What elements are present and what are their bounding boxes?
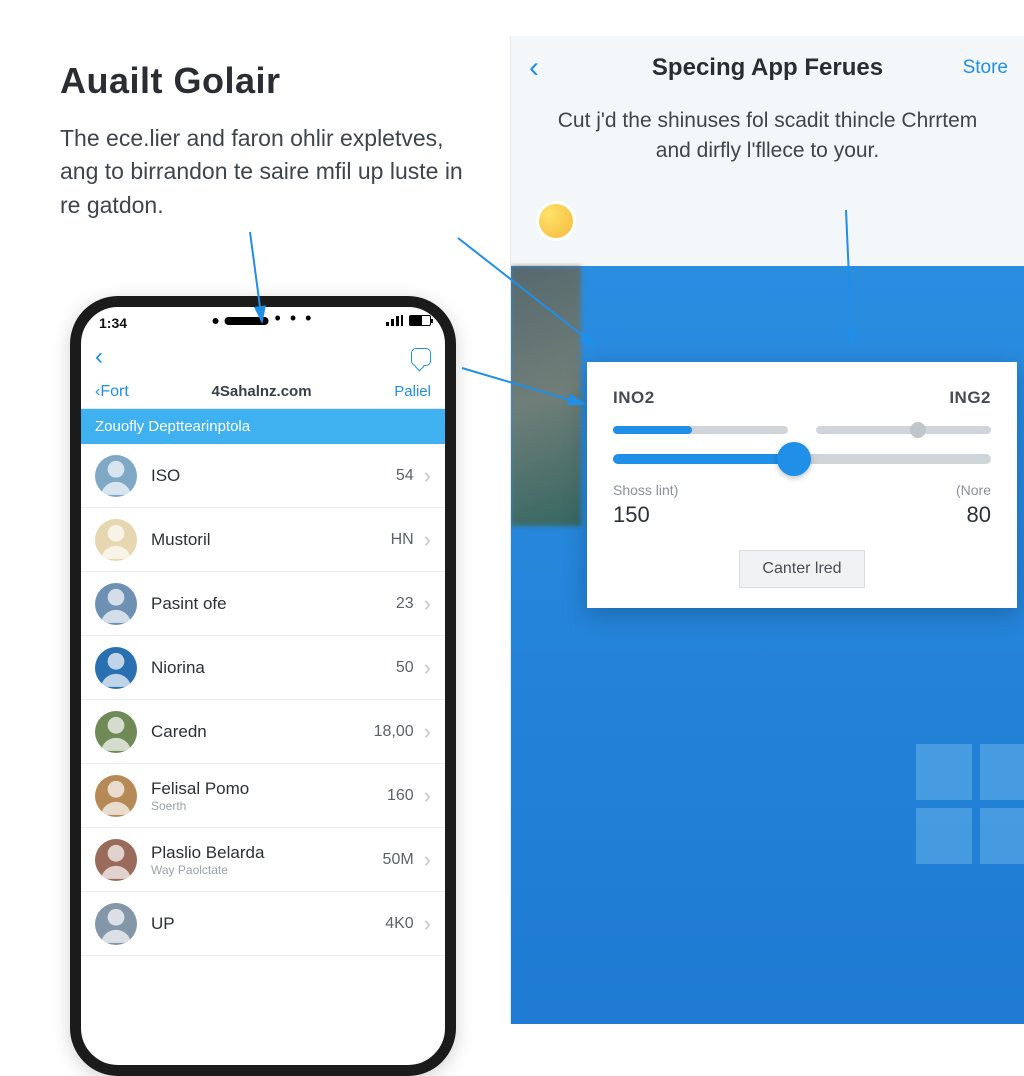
scale-labels: Shoss lint) (Nore (613, 482, 991, 498)
scale-values: 150 80 (613, 502, 991, 528)
avatar (95, 583, 137, 625)
list-value: 160 (387, 787, 414, 805)
store-link[interactable]: Store (963, 57, 1008, 79)
list-value: 18,00 (374, 723, 414, 741)
card-labels: INO2 ING2 (613, 388, 991, 408)
status-time: 1:34 (99, 315, 127, 331)
list-item[interactable]: ISO54 › (81, 444, 445, 508)
label-right: ING2 (949, 388, 991, 408)
list-value: 23 (396, 595, 414, 613)
right-title: Specing App Ferues (652, 54, 883, 82)
chat-icon[interactable] (411, 348, 431, 366)
avatar (95, 519, 137, 561)
scale-left: Shoss lint) (613, 482, 678, 498)
list-item[interactable]: Caredn18,00 › (81, 700, 445, 764)
mini-slider-1[interactable] (613, 426, 788, 434)
status-bar: 1:34 • • • (81, 307, 445, 339)
nav-bar-2: ‹Fort 4Sahalnz.com Paliel (81, 375, 445, 409)
center-button[interactable]: Canter lred (739, 550, 864, 588)
right-header: ‹ Specing App Ferues Store (511, 36, 1024, 100)
avatar (95, 903, 137, 945)
mini-slider-2[interactable] (816, 426, 991, 434)
list-label: UP (151, 914, 385, 934)
label-left: INO2 (613, 388, 655, 408)
nav-bar-1: ‹ (81, 339, 445, 375)
slider-card: INO2 ING2 Shoss lint) (Nore 150 80 Cante… (587, 362, 1017, 608)
notch-speaker (225, 317, 269, 325)
list-value: 50M (383, 851, 414, 869)
signal-icon (386, 315, 403, 326)
left-desc: The ece.lier and faron ohlir expletves, … (60, 122, 480, 222)
list-value: 54 (396, 467, 414, 485)
section-header: Zouofly Depttearinptola (81, 409, 445, 444)
list-value: HN (391, 531, 414, 549)
list-label: Mustoril (151, 530, 391, 550)
chevron-right-icon: › (424, 527, 431, 553)
right-panel: ‹ Specing App Ferues Store Cut j'd the s… (510, 36, 1024, 1024)
chevron-right-icon: › (424, 847, 431, 873)
back-icon[interactable]: ‹ (529, 51, 539, 85)
left-title: Auailt Golair (60, 60, 480, 102)
list-value: 4K0 (385, 915, 413, 933)
list-item[interactable]: Pasint ofe23 › (81, 572, 445, 636)
list-item[interactable]: MustorilHN › (81, 508, 445, 572)
avatar (95, 455, 137, 497)
avatar (95, 839, 137, 881)
list-label: ISO (151, 466, 396, 486)
page-domain: 4Sahalnz.com (212, 383, 312, 400)
value-right: 80 (967, 502, 991, 528)
notch-dots: • • • (275, 314, 314, 322)
back-icon[interactable]: ‹ (95, 343, 103, 371)
notch: • • • (213, 317, 314, 325)
list-item[interactable]: UP4K0 › (81, 892, 445, 956)
avatar (95, 775, 137, 817)
list-label: Caredn (151, 722, 374, 742)
emoji-badge (539, 204, 573, 238)
scale-right: (Nore (956, 482, 991, 498)
main-slider[interactable] (613, 454, 991, 464)
list-item[interactable]: Niorina50 › (81, 636, 445, 700)
list-item[interactable]: Plaslio BelardaWay Paolctate50M › (81, 828, 445, 892)
chevron-right-icon: › (424, 655, 431, 681)
chevron-right-icon: › (424, 463, 431, 489)
battery-icon (409, 315, 431, 326)
chevron-right-icon: › (424, 591, 431, 617)
list: ISO54 › MustorilHN › Pasint ofe23 › Niorina50 ›… (81, 444, 445, 956)
list-label: Pasint ofe (151, 594, 396, 614)
list-label: Felisal PomoSoerth (151, 779, 387, 813)
list-label: Plaslio BelardaWay Paolctate (151, 843, 383, 877)
list-label: Niorina (151, 658, 396, 678)
avatar (95, 647, 137, 689)
list-item[interactable]: Felisal PomoSoerth160 › (81, 764, 445, 828)
status-icons (386, 315, 431, 326)
slider-knob[interactable] (777, 442, 811, 476)
phone-mockup: 1:34 • • • ‹ ‹Fort 4Sahalnz.com Paliel Z… (70, 296, 456, 1076)
mini-sliders (613, 426, 991, 434)
wallpaper-fragment (511, 266, 581, 526)
notch-dot (213, 318, 219, 324)
avatar (95, 711, 137, 753)
chevron-right-icon: › (424, 719, 431, 745)
chevron-right-icon: › (424, 911, 431, 937)
list-value: 50 (396, 659, 414, 677)
chevron-right-icon: › (424, 783, 431, 809)
action-link[interactable]: Paliel (394, 383, 431, 400)
right-desc: Cut j'd the shinuses fol scadit thincle … (511, 100, 1024, 167)
back-button[interactable]: ‹Fort (95, 383, 129, 401)
value-left: 150 (613, 502, 650, 528)
